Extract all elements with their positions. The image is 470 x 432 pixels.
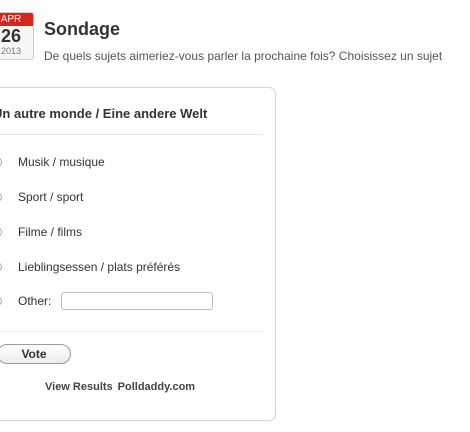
poll-answer-option[interactable]: Filme / films xyxy=(0,222,82,242)
vote-button[interactable]: Vote xyxy=(0,344,71,364)
poll-question: Un autre monde / Eine andere Welt xyxy=(0,106,208,121)
poll-answer-other[interactable]: Other: xyxy=(0,291,214,311)
poll-answer-label[interactable]: Lieblingsessen / plats préférés xyxy=(18,260,180,274)
page: APR 26 2013 Sondage De quels sujets aime… xyxy=(0,0,470,432)
poll-answer-label[interactable]: Filme / films xyxy=(18,225,82,239)
poll-answer-option[interactable]: Sport / sport xyxy=(0,187,83,207)
poll-answer-option[interactable]: Lieblingsessen / plats préférés xyxy=(0,257,180,277)
date-day: 26 xyxy=(0,26,22,46)
date-month: APR xyxy=(0,13,33,26)
poll-divider-bottom xyxy=(0,331,263,332)
radio-button[interactable] xyxy=(0,227,2,237)
poll-answer-option[interactable]: Musik / musique xyxy=(0,152,105,172)
polldaddy-link[interactable]: Polldaddy.com xyxy=(118,381,195,393)
poll-divider-top xyxy=(0,134,263,135)
radio-button[interactable] xyxy=(0,157,2,167)
poll-answer-label[interactable]: Musik / musique xyxy=(18,155,105,169)
poll-answer-label[interactable]: Sport / sport xyxy=(18,190,83,204)
view-results-link[interactable]: View Results xyxy=(45,381,113,393)
other-answer-input[interactable] xyxy=(61,292,214,310)
date-badge: APR 26 2013 xyxy=(0,12,34,60)
post-title[interactable]: Sondage xyxy=(44,19,120,40)
date-year: 2013 xyxy=(0,46,22,56)
other-label: Other: xyxy=(18,294,52,308)
poll-footer: View Results Polldaddy.com xyxy=(45,381,195,393)
poll-card: Un autre monde / Eine andere Welt Musik … xyxy=(0,87,276,421)
radio-button[interactable] xyxy=(0,296,2,306)
post-excerpt: De quels sujets aimeriez-vous parler la … xyxy=(44,49,443,63)
radio-button[interactable] xyxy=(0,262,2,272)
radio-button[interactable] xyxy=(0,192,2,202)
